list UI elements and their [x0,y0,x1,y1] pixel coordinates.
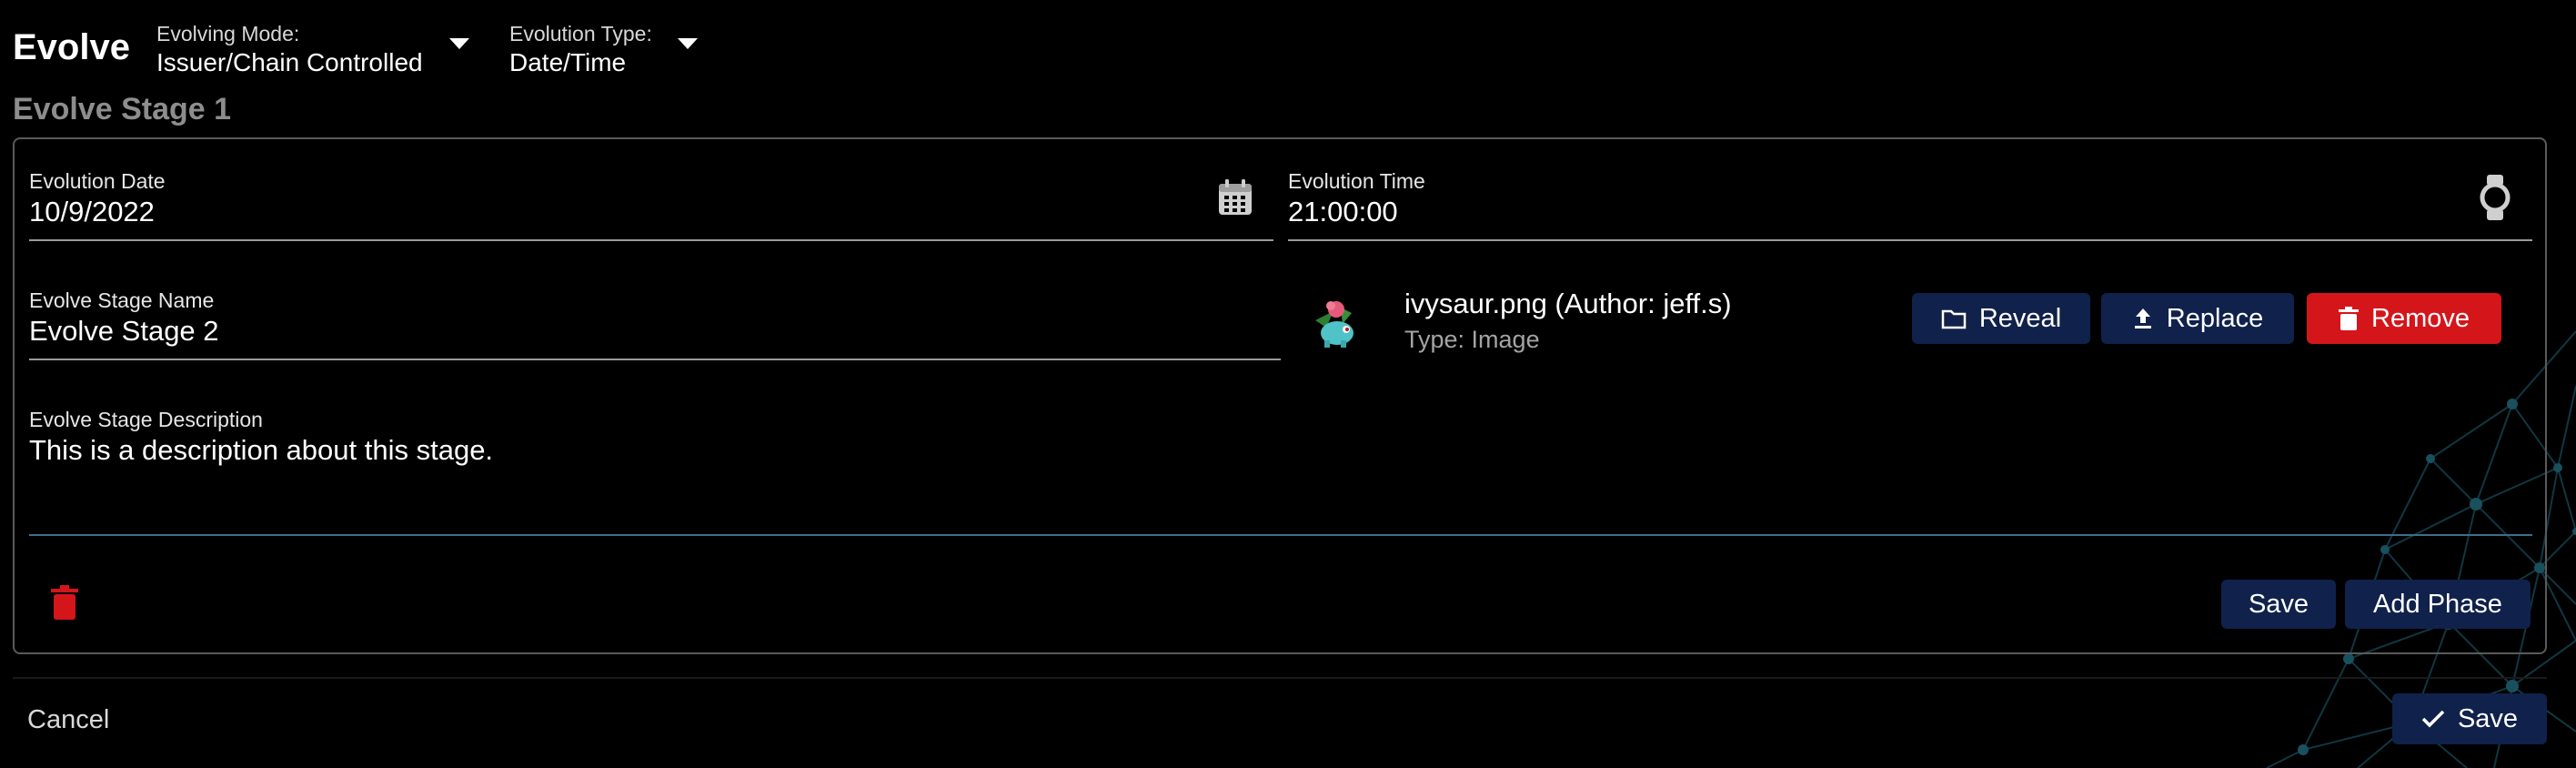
evolution-date-field[interactable]: Evolution Date 10/9/2022 [29,169,1273,241]
stage-heading: Evolve Stage 1 [13,92,232,126]
remove-button[interactable]: Remove [2307,293,2501,344]
stage-name-field[interactable]: Evolve Stage Name Evolve Stage 2 [29,288,1281,360]
check-icon [2421,710,2445,728]
watch-icon[interactable] [2480,175,2511,220]
stage-save-label: Save [2248,589,2309,619]
footer-divider [13,677,2547,679]
stage-name-underline [29,359,1281,360]
stage-description-value[interactable]: This is a description about this stage. [29,434,2532,467]
file-type: Type: Image [1404,326,1540,353]
cancel-button[interactable]: Cancel [27,705,109,735]
caret-down-icon[interactable] [449,38,469,49]
evolution-type-dropdown[interactable]: Evolution Type: Date/Time [509,22,709,82]
folder-icon [1941,309,1967,329]
footer-save-label: Save [2457,703,2519,733]
stage-name-label: Evolve Stage Name [29,288,215,312]
evolution-date-underline [29,239,1273,241]
trash-icon [2339,307,2359,330]
evolution-date-label: Evolution Date [29,169,166,193]
evolution-date-value[interactable]: 10/9/2022 [29,196,1273,228]
upload-icon [2134,308,2151,328]
evolution-time-field[interactable]: Evolution Time 21:00:00 [1288,169,2532,241]
stage-description-field[interactable]: Evolve Stage Description This is a descr… [29,408,2532,536]
reveal-label: Reveal [1978,303,2062,333]
reveal-button[interactable]: Reveal [1912,293,2090,344]
page-title: Evolve [13,27,130,67]
replace-label: Replace [2166,303,2264,333]
evolving-mode-dropdown[interactable]: Evolving Mode: Issuer/Chain Controlled [156,22,475,82]
file-info: ivysaur.png (Author: jeff.s) Type: Image [1404,288,1732,354]
trash-icon[interactable] [51,585,78,620]
stage-name-value[interactable]: Evolve Stage 2 [29,315,1281,348]
stage-description-underline [29,534,2532,536]
file-name: ivysaur.png (Author: jeff.s) [1404,288,1732,319]
stage-description-label: Evolve Stage Description [29,408,263,431]
footer-save-button[interactable]: Save [2392,693,2547,744]
evolution-time-value[interactable]: 21:00:00 [1288,196,2532,228]
evolving-mode-value: Issuer/Chain Controlled [156,48,423,76]
add-phase-label: Add Phase [2373,589,2502,619]
replace-button[interactable]: Replace [2101,293,2294,344]
stage-save-button[interactable]: Save [2221,580,2336,629]
caret-down-icon[interactable] [678,38,698,49]
remove-label: Remove [2371,303,2470,333]
evolving-mode-caption: Evolving Mode: [156,22,300,45]
evolution-type-value: Date/Time [509,48,627,76]
evolution-time-label: Evolution Time [1288,169,1425,193]
evolution-time-underline [1288,239,2532,241]
ivysaur-thumbnail [1315,301,1353,348]
add-phase-button[interactable]: Add Phase [2345,580,2531,629]
calendar-icon[interactable] [1217,178,1253,217]
